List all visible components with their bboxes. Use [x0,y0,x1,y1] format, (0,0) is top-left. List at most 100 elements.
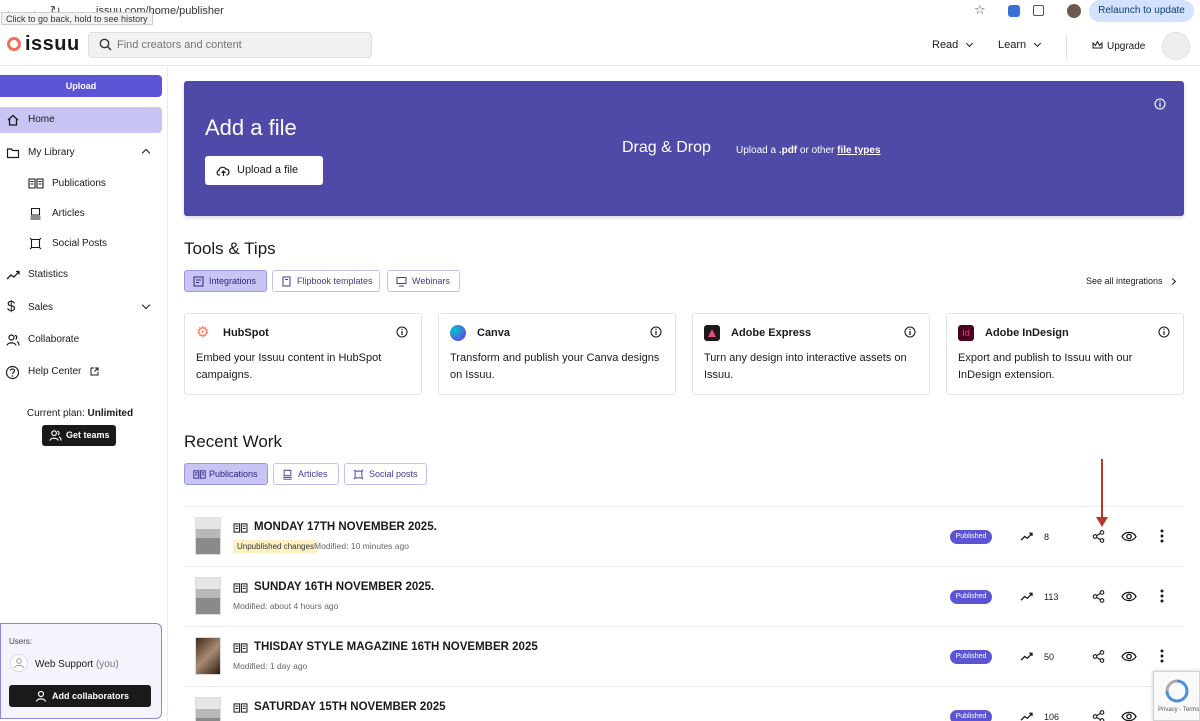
frame-icon [29,237,42,250]
user-avatar[interactable] [1162,32,1190,60]
read-menu[interactable]: Read [932,39,974,51]
chip-label: Flipbook templates [297,276,373,286]
search-box[interactable] [88,32,372,58]
profile-avatar[interactable] [1067,4,1081,18]
see-all-label: See all integrations [1086,276,1163,286]
relaunch-button[interactable]: Relaunch to update [1089,0,1194,22]
recaptcha-privacy-terms[interactable]: Privacy - Terms [1158,707,1199,713]
card-title: Adobe InDesign [985,327,1069,339]
sidebar-item-label: Sales [28,302,54,313]
publication-row[interactable]: MONDAY 17TH NOVEMBER 2025. Unpublished c… [184,506,1184,566]
more-vertical-icon[interactable] [1160,529,1164,543]
eye-icon[interactable] [1121,590,1137,603]
sidebar-item-articles[interactable]: Articles [0,201,162,227]
issuu-logo[interactable]: issuu [25,33,80,56]
learn-menu[interactable]: Learn [998,39,1042,51]
publication-title[interactable]: MONDAY 17TH NOVEMBER 2025. [254,521,437,533]
plan-name: Unlimited [87,408,134,419]
publication-row[interactable]: THISDAY STYLE MAGAZINE 16TH NOVEMBER 202… [184,626,1184,686]
sidebar-item-help-center[interactable]: Help Center [0,359,162,385]
upload-file-button[interactable]: Upload a file [205,156,323,185]
sidebar-item-label: Home [28,114,55,125]
sidebar-item-social-posts[interactable]: Social Posts [0,231,162,257]
publication-thumbnail[interactable] [195,637,221,675]
sidebar-item-label: Help Center [28,366,82,377]
integration-card-hubspot[interactable]: ⚙ HubSpot Embed your Issuu content in Hu… [184,313,422,395]
publication-title[interactable]: THISDAY STYLE MAGAZINE 16TH NOVEMBER 202… [254,641,538,653]
recaptcha-badge[interactable]: Privacy - Terms [1153,671,1200,721]
get-teams-button[interactable]: Get teams [42,425,116,446]
publication-row[interactable]: SATURDAY 15TH NOVEMBER 2025 Published 10… [184,686,1184,721]
publication-thumbnail[interactable] [195,517,221,555]
integration-card-canva[interactable]: Canva Transform and publish your Canva d… [438,313,676,395]
book-icon [233,703,248,713]
publication-row[interactable]: SUNDAY 16TH NOVEMBER 2025. Modified: abo… [184,566,1184,626]
status-badge: Published [950,710,992,721]
current-plan: Current plan: Unlimited [0,408,160,419]
tab-publications[interactable]: Publications [184,463,268,485]
sidebar-item-sales[interactable]: $ Sales [0,295,162,321]
publication-thumbnail[interactable] [195,697,221,721]
sidebar-item-my-library[interactable]: My Library [0,140,162,166]
file-types-link[interactable]: file types [837,145,880,156]
eye-icon[interactable] [1121,650,1137,663]
more-vertical-icon[interactable] [1160,649,1164,663]
share-icon[interactable] [1092,650,1105,663]
integration-card-adobe-express[interactable]: Adobe Express Turn any design into inter… [692,313,930,395]
info-icon[interactable] [396,326,408,338]
upload-banner[interactable]: Add a file Upload a file Drag & Drop Upl… [184,81,1184,216]
chip-label: Social posts [369,469,418,479]
sidebar-item-label: My Library [28,147,75,158]
search-input[interactable] [117,33,367,57]
status-badge: Published [950,590,992,604]
sidebar-item-publications[interactable]: Publications [0,171,162,197]
bookmark-star-icon[interactable]: ☆ [974,2,986,18]
card-title: Canva [477,327,511,339]
extensions-puzzle-icon[interactable] [1033,5,1044,16]
sidebar-item-label: Statistics [28,269,69,280]
issuu-logo-icon[interactable] [7,37,21,51]
header-divider [1066,34,1067,58]
more-vertical-icon[interactable] [1160,589,1164,603]
upgrade-button[interactable]: Upgrade [1092,39,1145,52]
sidebar-item-collaborate[interactable]: Collaborate [0,327,162,353]
publication-title[interactable]: SUNDAY 16TH NOVEMBER 2025. [254,581,434,593]
upload-button[interactable]: Upload [0,75,162,97]
chip-label: Webinars [412,276,450,286]
modified-text: Modified: 1 day ago [233,661,308,671]
tab-webinars[interactable]: Webinars [387,270,460,292]
info-icon[interactable] [1158,326,1170,338]
info-icon[interactable] [904,326,916,338]
indesign-logo-icon: Id [958,325,974,341]
see-all-integrations-link[interactable]: See all integrations [1086,276,1177,286]
chevron-down-icon[interactable] [141,300,151,310]
app-header: issuu Read Learn Upgrade [0,26,1200,66]
tab-social-posts[interactable]: Social posts [344,463,427,485]
banner-title: Add a file [205,115,297,140]
tab-flipbook-templates[interactable]: Flipbook templates [272,270,380,292]
share-icon[interactable] [1092,590,1105,603]
sidebar-item-home[interactable]: Home [0,107,162,133]
sidebar-item-statistics[interactable]: Statistics [0,262,162,288]
add-collaborators-button[interactable]: Add collaborators [9,685,151,707]
sidebar-item-label: Articles [52,208,85,219]
card-description: Turn any design into interactive assets … [704,352,907,381]
tab-integrations[interactable]: Integrations [184,270,267,292]
book-icon [193,470,206,479]
tab-articles[interactable]: Articles [273,463,339,485]
eye-icon[interactable] [1121,530,1137,543]
publication-thumbnail[interactable] [195,577,221,615]
info-icon[interactable] [650,326,662,338]
drag-drop-title: Drag & Drop [622,139,711,156]
publication-title[interactable]: SATURDAY 15TH NOVEMBER 2025 [254,701,446,713]
chevron-up-icon[interactable] [141,148,151,158]
share-icon[interactable] [1092,710,1105,721]
info-icon[interactable] [1154,98,1166,110]
share-icon[interactable] [1092,530,1105,543]
user-name-text: Web Support [35,659,94,670]
eye-icon[interactable] [1121,710,1137,721]
extension-icon[interactable] [1008,5,1020,17]
book-icon [233,643,248,653]
dollar-icon: $ [7,298,16,315]
integration-card-adobe-indesign[interactable]: Id Adobe InDesign Export and publish to … [946,313,1184,395]
